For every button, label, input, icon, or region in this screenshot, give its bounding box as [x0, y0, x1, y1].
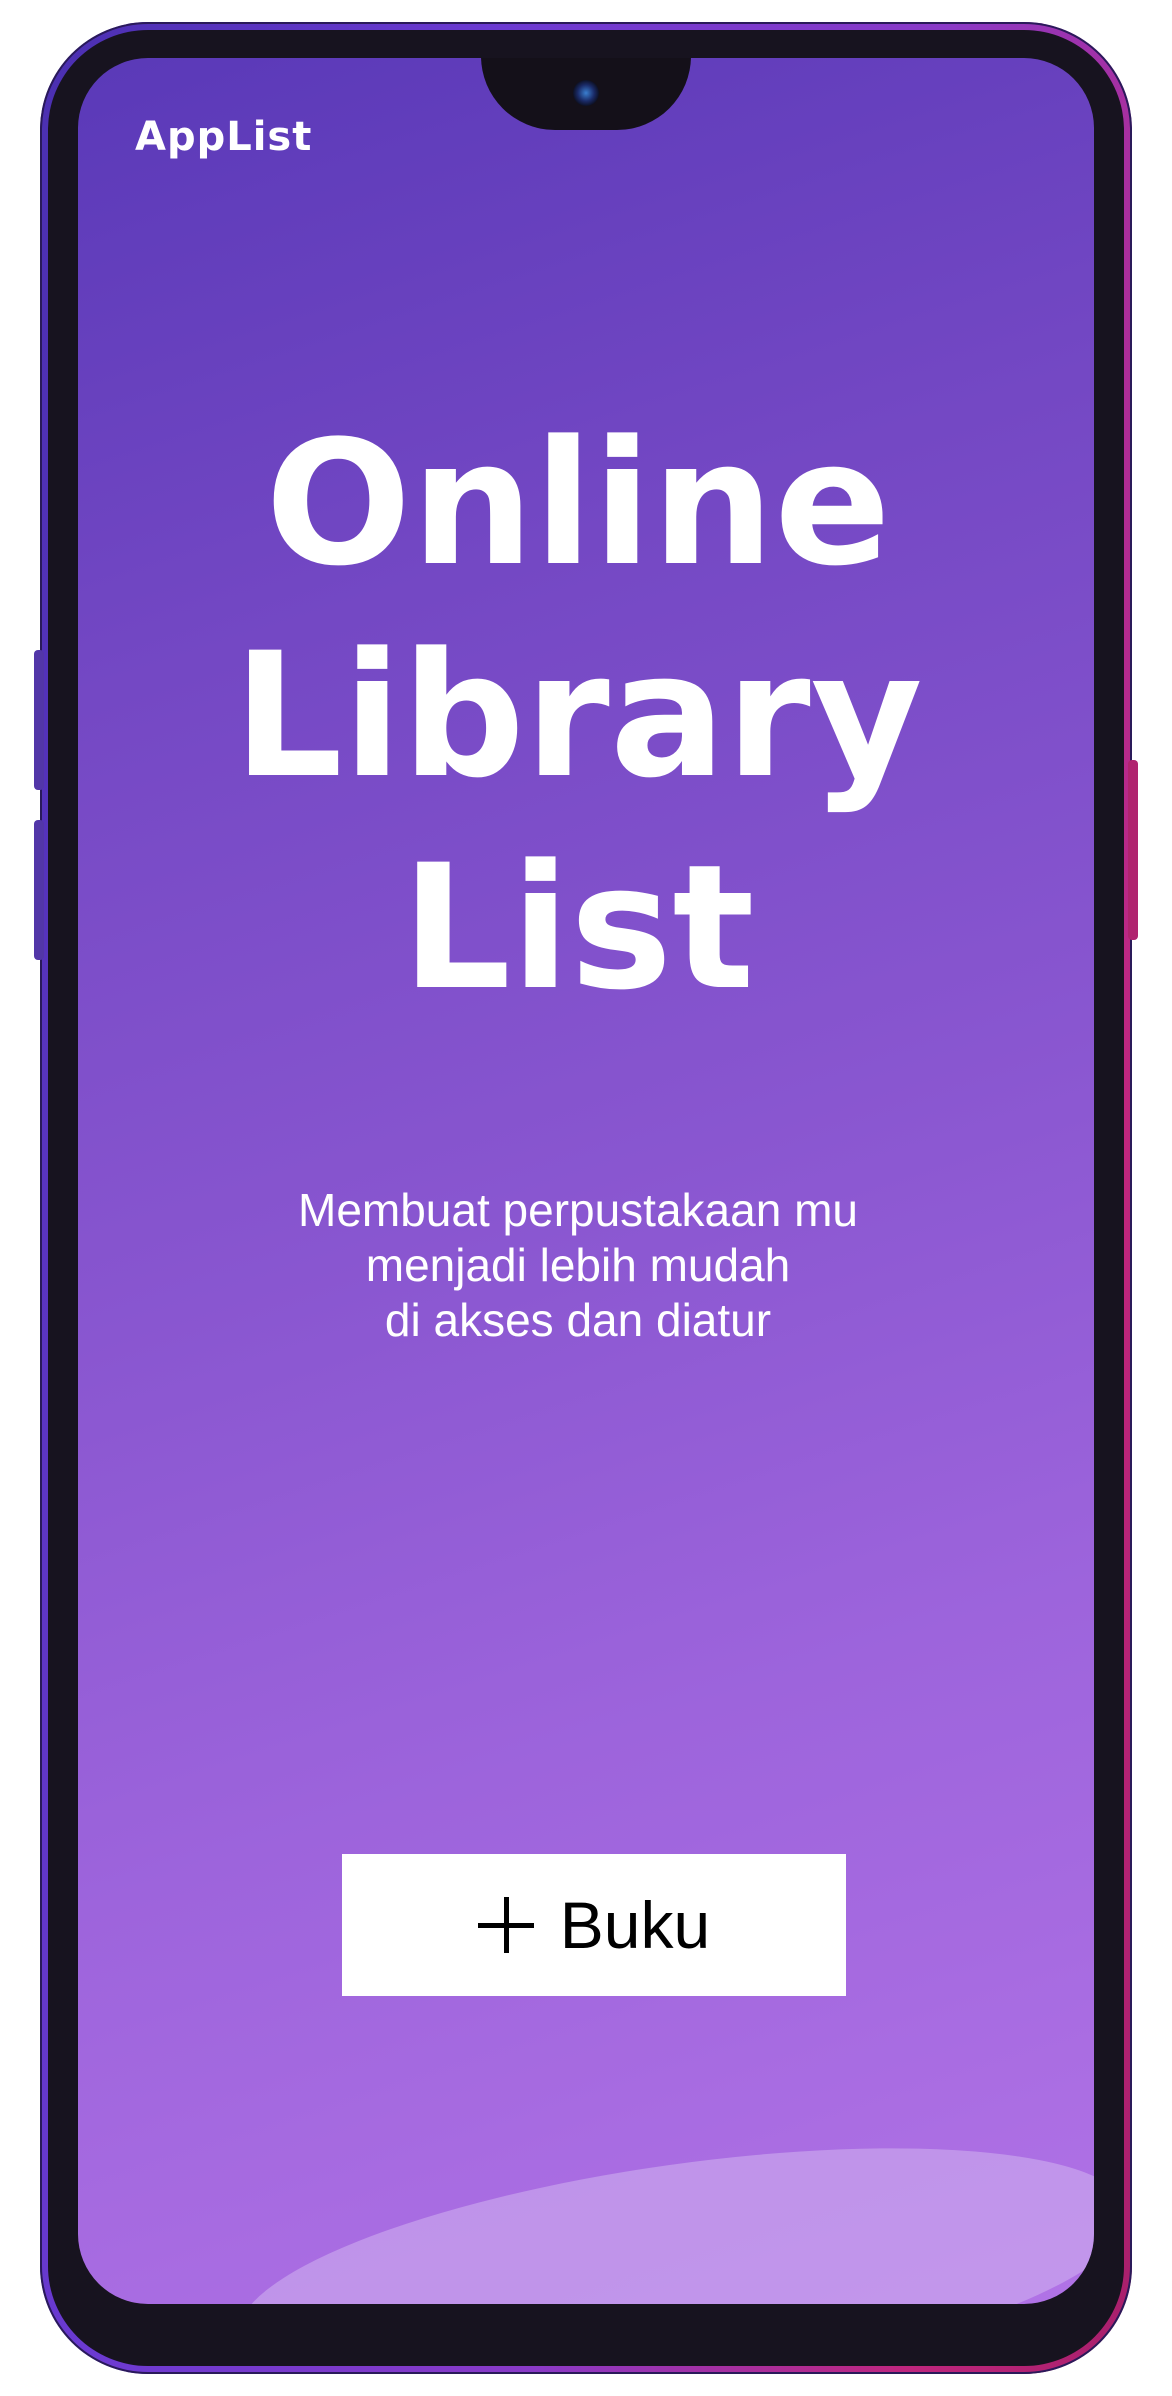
add-book-label: Buku: [559, 1888, 711, 1962]
add-book-button[interactable]: Buku: [342, 1854, 846, 1996]
app-title: AppList: [135, 114, 313, 160]
screen-reflection: [223, 2102, 1094, 2304]
hero-title: Online Library List: [78, 398, 1078, 1034]
subtitle-line: Membuat perpustakaan mu: [298, 1184, 858, 1236]
volume-up-button: [34, 650, 44, 790]
notch: [481, 58, 691, 130]
power-button: [1128, 760, 1138, 940]
subtitle-line: di akses dan diatur: [384, 1294, 772, 1346]
hero-title-line: List: [401, 827, 755, 1028]
volume-down-button: [34, 820, 44, 960]
camera-icon: [573, 80, 599, 106]
hero-title-line: Library: [233, 615, 923, 816]
app-screen: AppList Online Library List Membuat perp…: [78, 58, 1094, 2304]
hero-title-line: Online: [265, 403, 891, 604]
subtitle-line: menjadi lebih mudah: [365, 1239, 791, 1291]
hero-subtitle: Membuat perpustakaan mu menjadi lebih mu…: [78, 1183, 1078, 1348]
plus-icon: [477, 1897, 534, 1953]
